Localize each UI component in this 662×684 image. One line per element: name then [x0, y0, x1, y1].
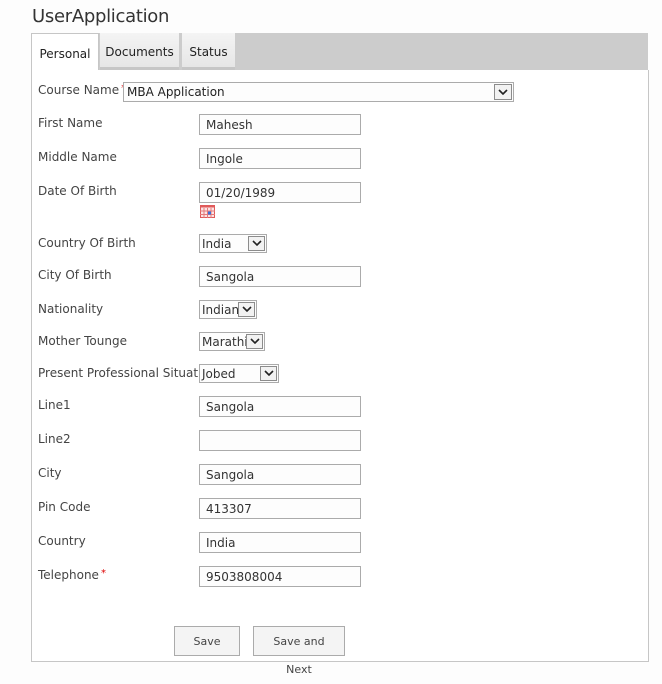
- date-of-birth-label: Date Of Birth: [38, 184, 117, 198]
- calendar-icon[interactable]: [200, 205, 215, 218]
- pin-code-input[interactable]: [199, 498, 361, 519]
- line2-label: Line2: [38, 432, 71, 446]
- country-input[interactable]: [199, 532, 361, 553]
- city-of-birth-input[interactable]: [199, 266, 361, 287]
- course-name-label: Course Name*: [38, 83, 126, 97]
- tab-bar: Personal Documents Status: [31, 33, 648, 71]
- telephone-label: Telephone *: [38, 568, 106, 582]
- pin-code-label: Pin Code: [38, 500, 91, 514]
- line2-input[interactable]: [199, 430, 361, 451]
- personal-form-panel: Course Name* MBA Application First Name …: [31, 70, 649, 676]
- professional-situation-label: Present Professional Situation: [38, 366, 217, 380]
- page-title: UserApplication: [32, 6, 170, 27]
- mother-tounge-select[interactable]: Marathi: [199, 332, 265, 351]
- city-label: City: [38, 466, 62, 480]
- telephone-label-text: Telephone: [38, 568, 99, 582]
- line1-input[interactable]: [199, 396, 361, 417]
- save-and-next-button[interactable]: Save and Next: [253, 626, 345, 676]
- course-name-label-text: Course Name: [38, 83, 120, 97]
- professional-situation-select[interactable]: Jobed: [199, 364, 279, 383]
- nationality-label: Nationality: [38, 302, 104, 316]
- middle-name-input[interactable]: [199, 148, 361, 169]
- country-of-birth-select[interactable]: India: [199, 234, 267, 253]
- country-of-birth-label: Country Of Birth: [38, 236, 136, 250]
- chevron-down-icon[interactable]: [248, 236, 265, 251]
- course-name-select[interactable]: MBA Application: [123, 82, 514, 102]
- telephone-input[interactable]: [199, 566, 361, 587]
- chevron-down-icon[interactable]: [260, 366, 277, 381]
- line1-label: Line1: [38, 398, 71, 412]
- tab-personal[interactable]: Personal: [31, 33, 99, 71]
- country-label: Country: [38, 534, 86, 548]
- first-name-label: First Name: [38, 116, 103, 130]
- mother-tounge-value: Marathi: [202, 335, 248, 349]
- city-of-birth-label: City Of Birth: [38, 268, 112, 282]
- nationality-value: Indian: [202, 303, 240, 317]
- country-of-birth-value: India: [202, 237, 232, 251]
- middle-name-label: Middle Name: [38, 150, 117, 164]
- chevron-down-icon[interactable]: [494, 84, 512, 100]
- chevron-down-icon[interactable]: [238, 302, 255, 317]
- city-input[interactable]: [199, 464, 361, 485]
- chevron-down-icon[interactable]: [246, 334, 263, 349]
- required-marker: *: [100, 568, 106, 579]
- mother-tounge-label: Mother Tounge: [38, 334, 127, 348]
- tab-documents[interactable]: Documents: [100, 33, 179, 70]
- nationality-select[interactable]: Indian: [199, 300, 257, 319]
- date-of-birth-input[interactable]: [199, 182, 361, 203]
- tab-status[interactable]: Status: [182, 33, 235, 70]
- professional-situation-value: Jobed: [202, 367, 236, 381]
- first-name-input[interactable]: [199, 114, 361, 135]
- course-name-value: MBA Application: [127, 85, 225, 99]
- save-button[interactable]: Save: [174, 626, 240, 656]
